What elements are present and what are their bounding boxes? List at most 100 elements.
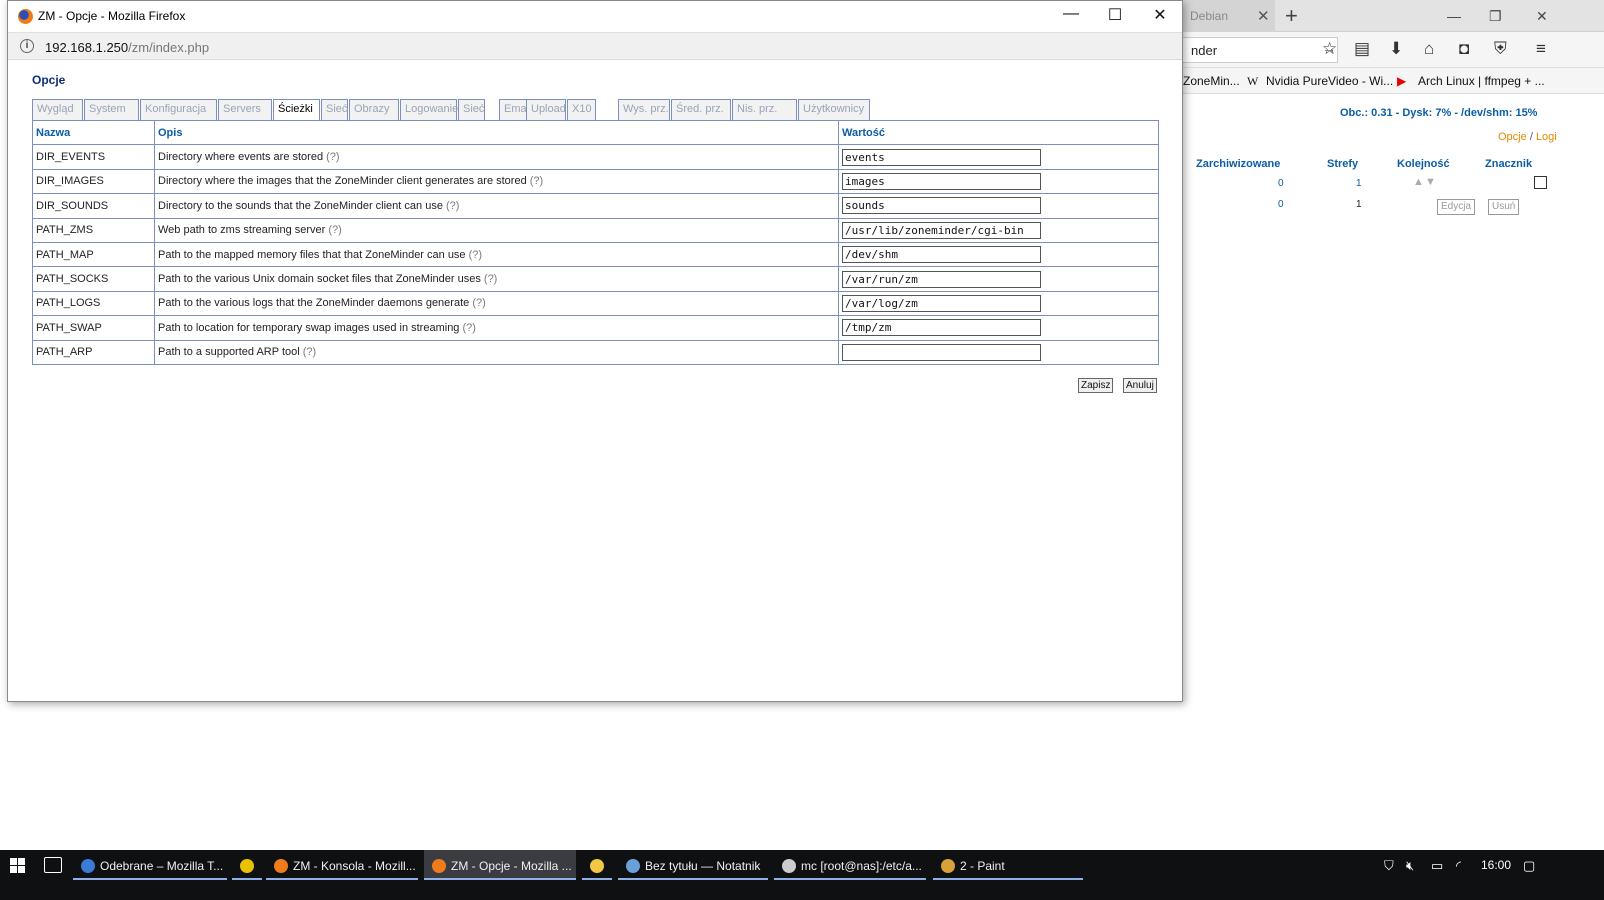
tab-6[interactable]: Obrazy (349, 99, 399, 120)
column-marker[interactable]: Znacznik (1485, 158, 1532, 170)
column-order[interactable]: Kolejność (1397, 158, 1450, 170)
option-value-input[interactable] (842, 270, 1041, 288)
wifi-icon[interactable]: ◜ (1456, 858, 1461, 874)
option-value-input[interactable] (842, 148, 1041, 166)
popup-urlbar[interactable]: i 192.168.1.250/zm/index.php (8, 32, 1182, 60)
option-value-input[interactable] (842, 246, 1041, 264)
tab-3[interactable]: Servers (218, 99, 272, 120)
help-link[interactable]: (?) (446, 200, 459, 212)
help-link[interactable]: (?) (463, 322, 476, 334)
save-button[interactable]: Zapisz (1078, 378, 1114, 393)
tab-13[interactable]: Śred. prz. (671, 99, 731, 120)
close-tab-icon[interactable]: ✕ (1257, 7, 1270, 25)
windows-start-icon[interactable] (10, 858, 25, 873)
battery-icon[interactable]: ▭ (1431, 858, 1443, 874)
running-indicator (774, 878, 926, 880)
download-icon[interactable]: ⬇ (1389, 39, 1403, 59)
option-value-input[interactable] (842, 197, 1041, 215)
restore-icon[interactable]: ❐ (1489, 8, 1502, 25)
help-link[interactable]: (?) (484, 273, 497, 285)
popup-titlebar[interactable]: ZM - Opcje - Mozilla Firefox — ☐ ✕ (8, 1, 1182, 32)
tab-10[interactable]: Upload (526, 99, 566, 120)
cancel-button[interactable]: Anuluj (1123, 378, 1157, 393)
header-name: Nazwa (32, 119, 155, 146)
volume-muted-icon[interactable]: 🔇︎ (1406, 858, 1414, 874)
bookmark-nvidia[interactable]: Nvidia PureVideo - Wi... (1266, 74, 1393, 88)
pocket-icon[interactable]: ◘ (1459, 39, 1469, 59)
tab-5[interactable]: Sieć (321, 99, 348, 120)
logs-link[interactable]: Logi (1536, 131, 1557, 143)
taskbar-item[interactable]: ZM - Opcje - Mozilla ... (424, 850, 576, 880)
tab-14[interactable]: Nis. prz. (732, 99, 797, 120)
option-description-cell: Directory where events are stored (?) (154, 144, 839, 170)
tab-1[interactable]: System (84, 99, 139, 120)
tab-7[interactable]: Logowanie (400, 99, 458, 120)
network-shield-icon[interactable]: ⛉ (1384, 858, 1394, 874)
option-name: PATH_ZMS (32, 217, 155, 243)
close-window-icon[interactable]: ✕ (1145, 5, 1175, 25)
delete-button[interactable]: Usuń (1488, 199, 1520, 215)
tab-4[interactable]: Ścieżki (273, 99, 320, 121)
marker-checkbox[interactable] (1534, 176, 1547, 189)
tab-12[interactable]: Wys. prz. (618, 99, 670, 120)
options-link[interactable]: Opcje (1498, 131, 1527, 143)
reading-list-icon[interactable]: ▤ (1354, 39, 1370, 59)
minimize-icon[interactable]: — (1056, 5, 1086, 23)
bookmark-zoneminder[interactable]: ZoneMin... (1183, 74, 1240, 88)
option-value-input[interactable] (842, 319, 1041, 337)
new-tab-icon[interactable]: + (1285, 3, 1298, 29)
minimize-icon[interactable]: — (1447, 8, 1461, 24)
tab-11[interactable]: X10 (567, 99, 596, 120)
option-value-input[interactable] (842, 343, 1041, 361)
taskbar-item[interactable]: mc [root@nas]:/etc/a... (774, 850, 926, 880)
help-link[interactable]: (?) (472, 297, 485, 309)
help-link[interactable]: (?) (328, 224, 341, 236)
home-icon[interactable]: ⌂ (1424, 39, 1434, 59)
column-zones[interactable]: Strefy (1327, 158, 1358, 170)
app-icon (782, 859, 796, 873)
edit-button[interactable]: Edycja (1437, 199, 1476, 215)
taskbar-item[interactable]: Bez tytułu — Notatnik (618, 850, 768, 880)
sort-down-icon[interactable]: ▼ (1425, 176, 1436, 188)
tab-15[interactable]: Użytkownicy (798, 99, 870, 120)
task-view-icon[interactable] (44, 857, 62, 873)
help-link[interactable]: (?) (530, 175, 543, 187)
site-info-icon[interactable]: i (20, 39, 34, 53)
option-value-cell (838, 144, 1159, 170)
tab-2[interactable]: Konfiguracja (140, 99, 217, 120)
options-popup-window: ZM - Opcje - Mozilla Firefox — ☐ ✕ i 192… (7, 0, 1183, 702)
taskbar-item[interactable]: ZM - Konsola - Mozill... (266, 850, 418, 880)
taskbar-item[interactable]: 2 - Paint (933, 850, 1083, 880)
option-value-input[interactable] (842, 294, 1041, 312)
background-tab-label: Debian (1190, 9, 1229, 23)
shield-icon[interactable]: ⛨ (1494, 39, 1507, 59)
clock[interactable]: 16:00 (1481, 858, 1511, 872)
help-link[interactable]: (?) (469, 249, 482, 261)
option-description: Path to the various logs that the ZoneMi… (158, 297, 470, 310)
bookmark-arch-linux[interactable]: Arch Linux | ffmpeg + ... (1418, 74, 1545, 88)
taskbar-item[interactable] (232, 850, 262, 880)
maximize-icon[interactable]: ☐ (1100, 5, 1130, 25)
option-description: Directory to the sounds that the ZoneMin… (158, 199, 443, 212)
background-url-field[interactable]: nder (1183, 37, 1338, 63)
help-link[interactable]: (?) (303, 346, 316, 358)
close-window-icon[interactable]: ✕ (1536, 8, 1548, 25)
notifications-icon[interactable]: ▢ (1523, 858, 1535, 874)
column-archived[interactable]: Zarchiwizowane (1196, 158, 1280, 170)
menu-hamburger-icon[interactable]: ≡ (1536, 39, 1546, 59)
zones-count[interactable]: 1 (1356, 178, 1362, 189)
bookmark-star-icon[interactable]: ☆ (1322, 39, 1337, 59)
option-value-cell (838, 339, 1159, 365)
help-link[interactable]: (?) (326, 151, 339, 163)
option-value-input[interactable] (842, 172, 1041, 190)
url-text[interactable]: 192.168.1.250/zm/index.php (45, 40, 209, 55)
sort-up-icon[interactable]: ▲ (1413, 176, 1424, 188)
taskbar-item[interactable]: Odebrane – Mozilla T... (73, 850, 227, 880)
running-indicator (582, 878, 612, 880)
tab-0[interactable]: Wygląd (32, 99, 83, 120)
tab-8[interactable]: Sieć (458, 99, 485, 120)
taskbar-item[interactable] (582, 850, 612, 880)
archived-count[interactable]: 0 (1278, 178, 1284, 189)
table-row: DIR_IMAGES Directory where the images tha… (32, 168, 1159, 195)
option-value-input[interactable] (842, 221, 1041, 239)
